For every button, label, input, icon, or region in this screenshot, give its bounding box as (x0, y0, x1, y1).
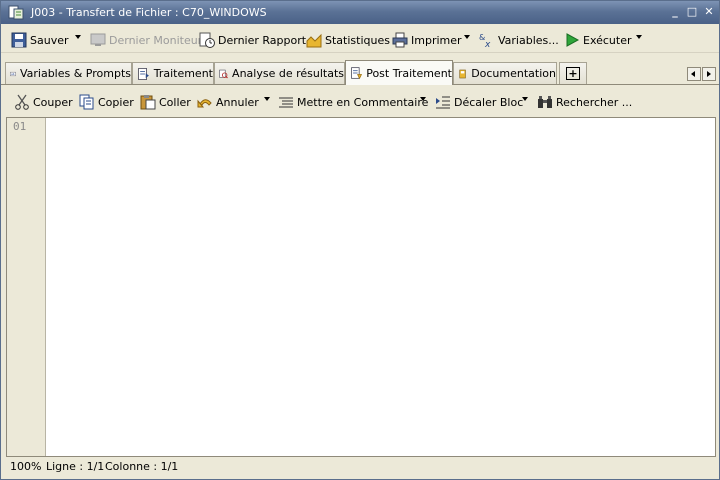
tab-processing[interactable]: Traitement (132, 62, 214, 84)
zoom-level: 100% (10, 460, 42, 473)
window-title: J003 - Transfert de Fichier : C70_WINDOW… (31, 6, 267, 19)
undo-label: Annuler (216, 95, 259, 109)
save-button[interactable]: Sauver (11, 30, 69, 50)
floppy-disk-icon (11, 32, 27, 48)
variables-prompts-icon: ab (10, 71, 16, 76)
search-label: Rechercher ... (556, 95, 633, 109)
add-tab-icon: + (566, 67, 580, 80)
tab-processing-label: Traitement (153, 67, 213, 80)
chevron-right-icon (707, 71, 711, 77)
tab-documentation[interactable]: Documentation (453, 62, 557, 84)
monitor-icon (90, 33, 106, 46)
variables-icon: & x (479, 33, 491, 48)
copy-icon (79, 94, 94, 110)
tab-variables-prompts[interactable]: ab Variables & Prompts (5, 62, 132, 84)
tab-results-analysis[interactable]: Analyse de résultats (214, 62, 345, 84)
chart-icon (306, 33, 322, 48)
comment-dropdown-chevron-down-icon[interactable] (420, 97, 426, 101)
last-report-button[interactable]: Dernier Rapport (199, 30, 306, 50)
indent-label: Décaler Bloc (454, 95, 524, 109)
line-number-gutter: 01 (7, 118, 46, 456)
binoculars-icon (538, 96, 552, 108)
clipboard-icon (140, 95, 156, 110)
tab-add[interactable]: + (559, 62, 587, 84)
svg-text:x: x (484, 40, 491, 48)
undo-dropdown-chevron-down-icon[interactable] (264, 97, 270, 101)
statistics-label: Statistiques (325, 33, 390, 47)
indent-icon (436, 96, 450, 109)
variables-button[interactable]: & x Variables... (479, 30, 559, 50)
execute-dropdown-chevron-down-icon[interactable] (636, 35, 642, 39)
copy-label: Copier (98, 95, 134, 109)
code-text-area[interactable] (47, 118, 715, 456)
comment-lines-icon (279, 97, 293, 108)
undo-icon (197, 99, 212, 108)
paste-label: Coller (159, 95, 191, 109)
undo-button[interactable]: Annuler (197, 92, 259, 112)
tab-variables-prompts-label: Variables & Prompts (19, 67, 131, 80)
code-editor[interactable]: 01 (6, 117, 716, 457)
comment-label: Mettre en Commentaire (297, 95, 429, 109)
search-button[interactable]: Rechercher ... (537, 92, 632, 112)
tab-bar: ab Variables & Prompts Traitement Analys… (1, 59, 719, 85)
cursor-column: Colonne : 1/1 (105, 460, 179, 473)
last-monitor-button[interactable]: Dernier Moniteur (90, 30, 202, 50)
application-window: J003 - Transfert de Fichier : C70_WINDOW… (0, 0, 720, 480)
printer-icon (392, 32, 408, 48)
save-label: Sauver (30, 33, 69, 47)
cursor-line: Ligne : 1/1 (46, 460, 105, 473)
tab-results-analysis-label: Analyse de résultats (232, 67, 344, 80)
main-toolbar: Sauver Dernier Moniteur Dernier Rapport (1, 25, 719, 53)
title-bar: J003 - Transfert de Fichier : C70_WINDOW… (1, 1, 719, 24)
tab-scroll-left-button[interactable] (687, 67, 701, 81)
book-icon (459, 69, 466, 78)
minimize-button[interactable]: _ (669, 6, 681, 18)
post-processing-icon (351, 67, 363, 80)
print-dropdown-chevron-down-icon[interactable] (464, 35, 470, 39)
save-dropdown-chevron-down-icon[interactable] (75, 35, 81, 39)
analysis-icon (219, 69, 228, 78)
edit-toolbar: Couper Copier Coller Annuler Mettre en C… (1, 87, 719, 115)
variables-label: Variables... (498, 33, 559, 47)
statistics-button[interactable]: Statistiques (306, 30, 390, 50)
cut-label: Couper (33, 95, 73, 109)
execute-button[interactable]: Exécuter (564, 30, 632, 50)
scissors-icon (15, 94, 29, 110)
indent-button[interactable]: Décaler Bloc (435, 92, 523, 112)
document-app-icon (8, 5, 24, 20)
processing-icon (138, 67, 149, 80)
copy-button[interactable]: Copier (79, 92, 134, 112)
comment-button[interactable]: Mettre en Commentaire (278, 92, 428, 112)
last-report-label: Dernier Rapport (218, 33, 307, 47)
close-button[interactable]: ✕ (703, 6, 715, 18)
tab-scroll-right-button[interactable] (702, 67, 716, 81)
paste-button[interactable]: Coller (140, 92, 191, 112)
maximize-button[interactable]: □ (686, 6, 698, 18)
last-monitor-label: Dernier Moniteur (109, 33, 203, 47)
tab-post-processing[interactable]: Post Traitement (345, 60, 453, 85)
tab-post-processing-label: Post Traitement (366, 66, 452, 80)
report-clock-icon (199, 32, 215, 48)
chevron-left-icon (691, 71, 695, 77)
print-label: Imprimer (411, 33, 462, 47)
execute-label: Exécuter (583, 33, 632, 47)
cut-button[interactable]: Couper (14, 92, 73, 112)
indent-dropdown-chevron-down-icon[interactable] (522, 97, 528, 101)
status-bar: 100% Ligne : 1/1 Colonne : 1/1 (1, 458, 719, 479)
line-number: 01 (13, 120, 27, 133)
play-icon (566, 33, 580, 47)
tab-documentation-label: Documentation (471, 67, 556, 80)
print-button[interactable]: Imprimer (392, 30, 462, 50)
